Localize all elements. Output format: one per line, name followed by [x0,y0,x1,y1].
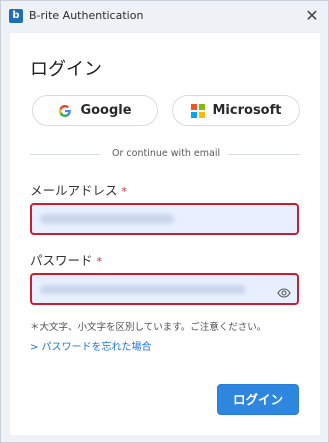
google-icon [58,104,72,118]
app-logo-icon: b [9,9,23,23]
login-panel: ログイン Google Microsoft Or continue with e… [10,33,320,435]
close-button[interactable]: ✕ [303,7,321,25]
microsoft-button-label: Microsoft [212,103,282,118]
divider-line-left [30,154,100,155]
google-login-button[interactable]: Google [32,95,158,126]
password-label: パスワード * [30,253,102,270]
case-sensitivity-hint: ＊大文字、小文字を区別しています。ご注意ください。 [30,322,267,333]
email-field-container [30,203,299,235]
microsoft-login-button[interactable]: Microsoft [172,95,300,126]
password-required-mark: * [96,255,103,268]
email-required-mark: * [121,185,128,198]
email-label-text: メールアドレス [30,183,118,198]
page-title: ログイン [30,59,102,80]
login-button[interactable]: ログイン [217,384,299,415]
window-title: B-rite Authentication [29,9,144,22]
eye-icon[interactable] [277,284,291,298]
forgot-password-link[interactable]: > パスワードを忘れた場合 [30,342,152,354]
google-button-label: Google [80,103,132,118]
email-divider: Or continue with email [30,146,300,162]
password-label-text: パスワード [30,253,93,268]
close-icon: ✕ [305,6,319,25]
divider-line-right [228,154,300,155]
password-field[interactable] [32,275,297,303]
password-field-container [30,273,299,305]
microsoft-icon [190,103,205,118]
divider-text: Or continue with email [112,148,221,159]
email-label: メールアドレス * [30,183,127,200]
email-field[interactable] [32,205,297,233]
title-bar: b B-rite Authentication ✕ [1,1,328,32]
authentication-window: b B-rite Authentication ✕ ログイン Google Mi… [0,0,329,443]
